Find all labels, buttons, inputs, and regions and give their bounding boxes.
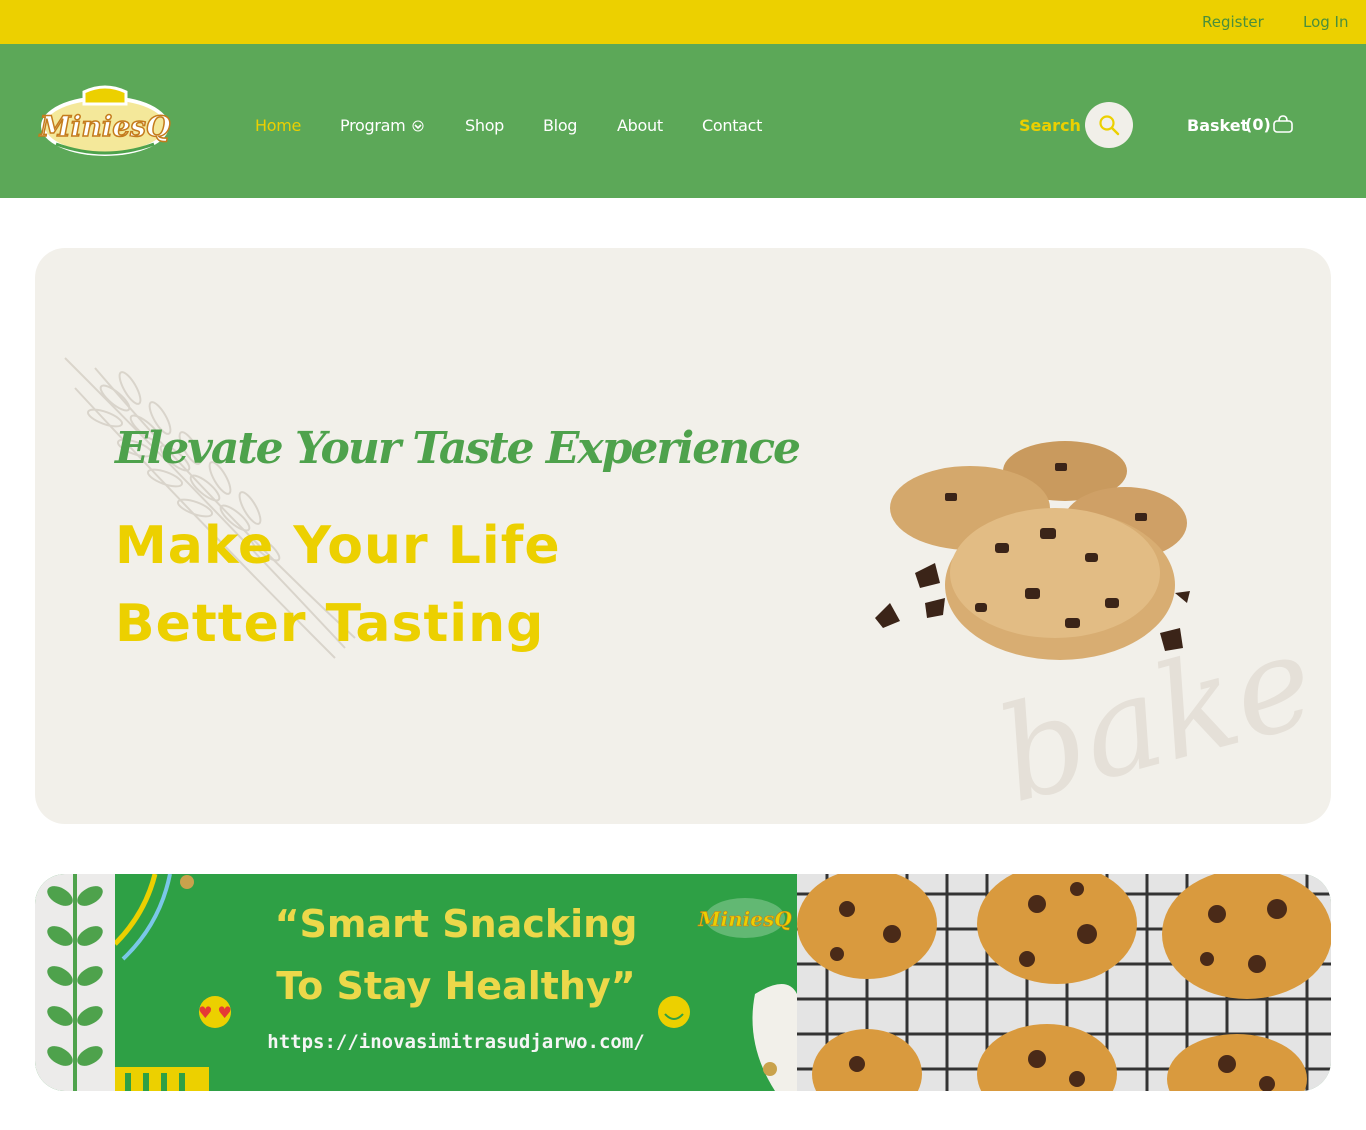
nav-about[interactable]: About: [617, 116, 663, 135]
cookie-rack-image: [797, 874, 1331, 1091]
basket-count: (0): [1245, 115, 1271, 134]
hero-title-line2: Better Tasting: [115, 594, 545, 654]
main-header: MiniesQ Home Program Shop Blog About Con…: [0, 44, 1366, 198]
banner-leaf-strip: [35, 874, 115, 1091]
login-link[interactable]: Log In: [1303, 13, 1349, 31]
nav-home[interactable]: Home: [255, 116, 301, 135]
nav-blog[interactable]: Blog: [543, 116, 577, 135]
basket-link[interactable]: Basket: [1187, 116, 1248, 135]
nav-program[interactable]: Program: [340, 116, 406, 135]
brand-logo[interactable]: MiniesQ: [36, 84, 174, 162]
top-bar: Register Log In: [0, 0, 1366, 44]
search-button[interactable]: [1085, 102, 1133, 148]
hero-title-line1: Make Your Life: [115, 516, 561, 576]
banner-cookie-photo: [797, 874, 1331, 1091]
nav-shop[interactable]: Shop: [465, 116, 504, 135]
cookies-image: [875, 441, 1190, 660]
basket-icon[interactable]: [1272, 114, 1294, 134]
search-label[interactable]: Search: [1019, 116, 1081, 135]
promo-banner[interactable]: ♥ ♥ MiniesQ “Smart Snacking To Stay Heal…: [35, 874, 1331, 1091]
register-link[interactable]: Register: [1202, 13, 1264, 31]
nav-contact[interactable]: Contact: [702, 116, 762, 135]
banner-line2: To Stay Healthy”: [276, 964, 636, 1008]
banner-url: https://inovasimitrasudjarwo.com/: [267, 1031, 645, 1053]
banner-line1: “Smart Snacking: [274, 902, 638, 946]
chevron-down-icon[interactable]: [412, 120, 424, 132]
logo-text: MiniesQ: [39, 110, 171, 143]
hero-script-heading: Elevate Your Taste Experience: [115, 423, 801, 474]
leaf-icon: [47, 874, 103, 1091]
hero-section: Elevate Your Taste Experience Make Your …: [35, 248, 1331, 824]
search-icon: [1099, 115, 1120, 136]
banner-text-panel: ♥ ♥ MiniesQ “Smart Snacking To Stay Heal…: [115, 874, 797, 1091]
